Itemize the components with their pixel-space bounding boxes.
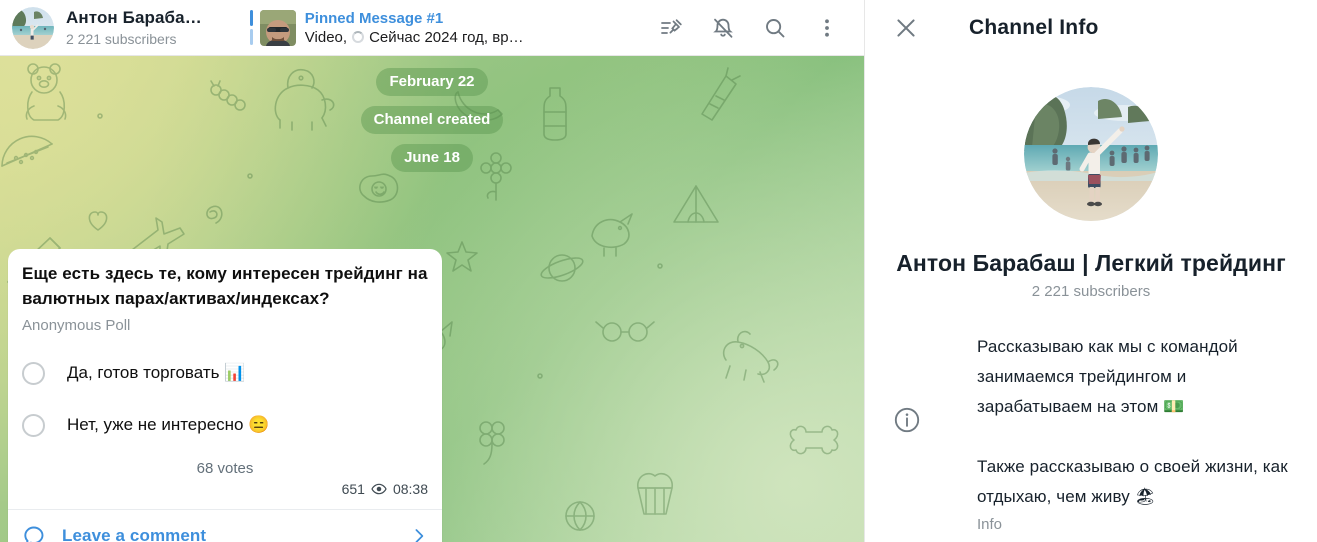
poll-radio-icon[interactable]	[22, 361, 45, 385]
loading-spinner-icon	[352, 31, 365, 43]
channel-description-line-2: Также рассказываю о своей жизни, как отд…	[977, 457, 1288, 506]
service-message-row: February 22	[0, 68, 864, 96]
poll-question: Еще есть здесь те, кому интересен трейди…	[22, 264, 428, 308]
pinned-message-bar[interactable]: Pinned Message #1 Video, Сейчас 2024 год…	[249, 9, 524, 47]
poll-type-label: Anonymous Poll	[22, 317, 131, 334]
poll-votes-count: 68 votes	[196, 460, 254, 477]
poll-option-yes[interactable]: Да, готов торговать 📊	[22, 347, 428, 399]
service-message-row: Channel created	[0, 106, 864, 134]
eye-icon	[371, 483, 387, 495]
channel-created-badge: Channel created	[360, 106, 504, 134]
channel-description-body: Рассказываю как мы с командой занимаемся…	[977, 332, 1291, 536]
chat-column: Антон Бараба… 2 221 subscribers Pinned M…	[0, 0, 864, 542]
poll-options: Да, готов торговать 📊 Нет, уже не интере…	[8, 337, 442, 451]
poll-option-label: Нет, уже не интересно 😑	[67, 414, 269, 436]
info-panel-header: Channel Info	[865, 0, 1317, 56]
channel-description-label: Info	[977, 516, 1003, 533]
pinned-preview-prefix: Video,	[304, 28, 348, 46]
poll-option-text: Нет, уже не интересно	[67, 415, 244, 434]
chat-title: Антон Бараба…	[66, 7, 202, 27]
chat-header-actions	[658, 15, 854, 41]
chat-subscribers-count: 2 221 subscribers	[66, 30, 177, 47]
poll-message-bubble: Еще есть здесь те, кому интересен трейди…	[8, 249, 442, 542]
channel-description-line-1: Рассказываю как мы с командой занимаемся…	[977, 337, 1238, 416]
poll-option-no[interactable]: Нет, уже не интересно 😑	[22, 399, 428, 451]
channel-name: Антон Барабаш | Легкий трейдинг	[896, 250, 1286, 276]
chart-increasing-emoji: 📊	[224, 363, 246, 382]
poll-option-label: Да, готов торговать 📊	[67, 362, 245, 384]
poll-option-text: Да, готов торговать	[67, 363, 220, 382]
channel-description-row[interactable]: Рассказываю как мы с командой занимаемся…	[865, 332, 1317, 536]
channel-avatar-small[interactable]	[12, 6, 54, 49]
expressionless-face-emoji: 😑	[248, 415, 270, 434]
info-icon	[894, 407, 920, 433]
date-badge-june: June 18	[391, 144, 473, 172]
leave-comment-button[interactable]: Leave a comment	[8, 509, 442, 542]
message-time: 08:38	[392, 481, 428, 497]
close-icon[interactable]	[893, 15, 919, 41]
pinned-preview-text: Сейчас 2024 год, вр…	[369, 28, 524, 46]
chevron-right-icon	[415, 528, 424, 542]
channel-info-panel: Channel Info Антон Барабаш | Легкий трей…	[864, 0, 1317, 542]
views-count: 651	[341, 481, 365, 497]
date-badge-february: February 22	[376, 68, 488, 96]
pinned-message-preview: Video, Сейчас 2024 год, вр…	[305, 28, 524, 47]
pinned-message-title: Pinned Message #1	[304, 9, 444, 27]
pinned-messages-icon[interactable]	[658, 15, 684, 41]
messages-area: February 22 Channel created June 18 Еще …	[0, 56, 864, 542]
chat-header-titles: Антон Бараба… 2 221 subscribers	[66, 8, 202, 48]
pinned-indicator-bars	[249, 10, 253, 45]
poll-radio-icon[interactable]	[22, 413, 45, 437]
comment-bubble-icon	[24, 526, 44, 542]
bell-muted-icon[interactable]	[710, 15, 736, 41]
telegram-window: Антон Бараба… 2 221 subscribers Pinned M…	[0, 0, 1317, 542]
chat-header: Антон Бараба… 2 221 subscribers Pinned M…	[0, 0, 864, 56]
message-meta: 651 08:38	[8, 479, 442, 509]
more-options-icon[interactable]	[814, 15, 840, 41]
info-panel-title: Channel Info	[969, 16, 1099, 39]
leave-comment-label: Leave a comment	[62, 525, 207, 542]
channel-subscribers: 2 221 subscribers	[1031, 283, 1151, 300]
pinned-message-texts: Pinned Message #1 Video, Сейчас 2024 год…	[305, 9, 524, 47]
channel-avatar-large[interactable]	[1024, 87, 1158, 221]
service-message-row: June 18	[0, 144, 864, 172]
search-icon[interactable]	[762, 15, 788, 41]
pinned-message-thumbnail	[259, 9, 296, 46]
